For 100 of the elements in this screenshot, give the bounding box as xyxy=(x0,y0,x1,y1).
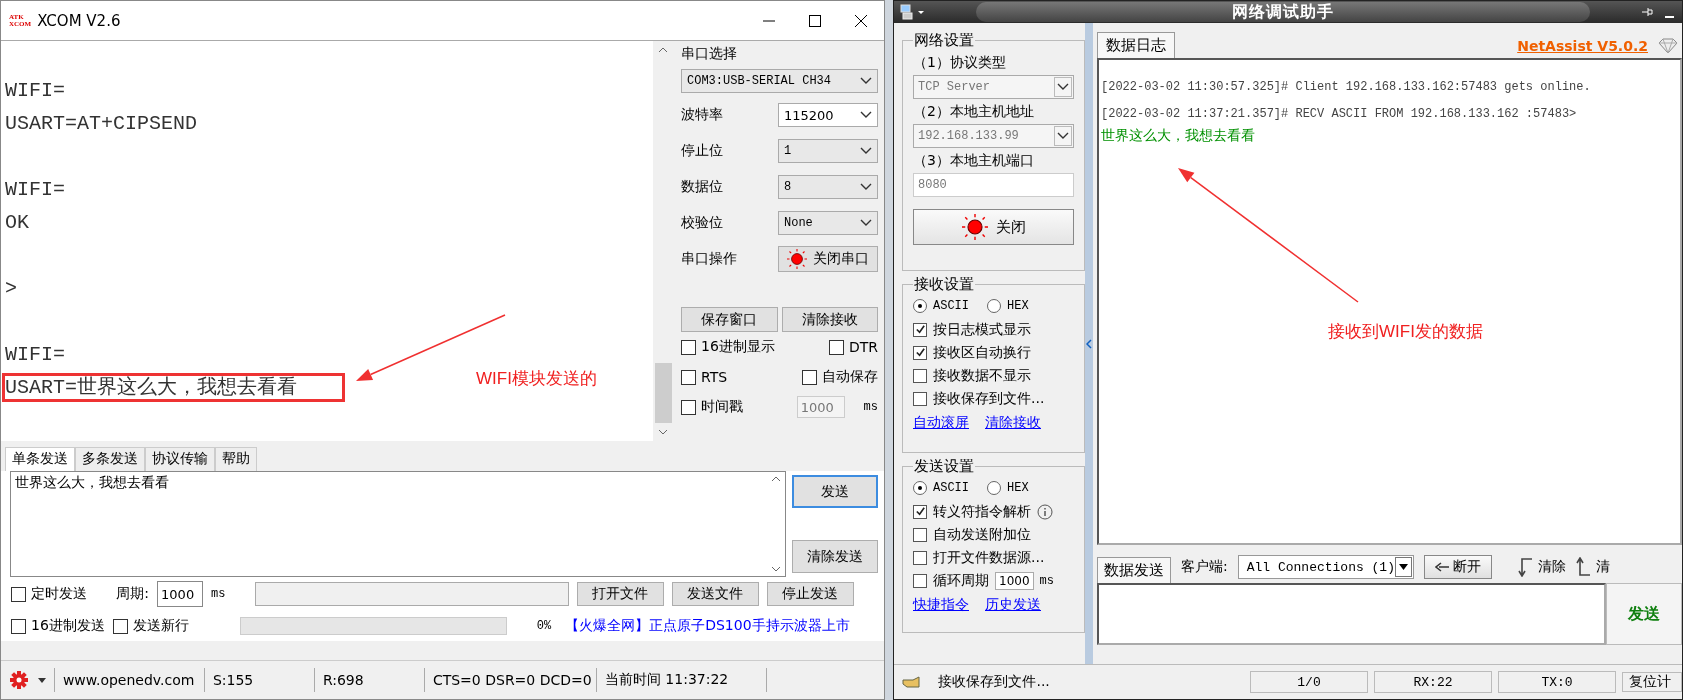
checkbox[interactable] xyxy=(913,527,927,542)
field-label: 串口操作 xyxy=(681,250,737,268)
checkbox[interactable] xyxy=(913,322,927,337)
scroll-down-icon[interactable] xyxy=(771,566,781,572)
dropdown[interactable]: 8 xyxy=(778,175,878,199)
close-button[interactable]: 关闭 xyxy=(913,209,1074,245)
panel-button[interactable]: 保存窗口 xyxy=(681,307,778,332)
disconnect-button[interactable]: 断开 xyxy=(1423,555,1492,579)
file-button[interactable]: 打开文件 xyxy=(576,582,664,606)
timestamp-field[interactable]: 1000 xyxy=(796,396,845,418)
radio-button[interactable] xyxy=(987,481,1001,495)
unit-label: ms xyxy=(863,400,878,414)
indicator-light-icon xyxy=(961,214,988,240)
client-dropdown[interactable]: All Connections (1) xyxy=(1237,555,1414,579)
send-button[interactable]: 发送 xyxy=(792,475,878,508)
link[interactable]: 历史发送 xyxy=(985,596,1041,614)
checkbox[interactable] xyxy=(681,369,696,385)
radio-button[interactable] xyxy=(987,299,1001,313)
file-button[interactable]: 发送文件 xyxy=(671,582,759,606)
checkbox[interactable] xyxy=(913,391,927,406)
file-button[interactable]: 停止发送 xyxy=(766,582,854,606)
port-dropdown[interactable]: COM3:USB-SERIAL CH34 xyxy=(681,69,878,93)
checkbox[interactable] xyxy=(802,369,817,385)
reset-button[interactable]: 复位计 xyxy=(1622,672,1682,692)
tab[interactable]: 数据发送 xyxy=(1097,557,1171,583)
cycle-field[interactable]: 1000 xyxy=(995,571,1034,590)
gear-icon[interactable] xyxy=(9,670,29,690)
send-button[interactable]: 发送 xyxy=(1606,583,1682,645)
radio-label: ASCII xyxy=(933,299,969,313)
checkbox[interactable] xyxy=(828,339,844,355)
checkbox[interactable] xyxy=(913,573,927,588)
link[interactable]: 自动滚屏 xyxy=(913,414,969,432)
send-text-field[interactable]: 世界这么大，我想去看看 xyxy=(10,471,786,577)
checkbox[interactable] xyxy=(112,618,128,634)
panel-button[interactable]: 清除接收 xyxy=(781,307,878,332)
checkbox[interactable] xyxy=(913,504,927,519)
chevron-left-icon[interactable] xyxy=(1086,338,1092,349)
indicator-light-icon xyxy=(787,249,807,269)
dropdown[interactable]: 1 xyxy=(778,139,878,163)
dropdown[interactable]: TCP Server xyxy=(913,75,1074,99)
checkbox-label: RTS xyxy=(701,369,728,385)
checkbox-label: 接收区自动换行 xyxy=(933,343,1031,362)
corner-arrow-icon[interactable] xyxy=(1517,557,1534,577)
corner-arrow-icon[interactable] xyxy=(1575,557,1592,577)
send-field[interactable] xyxy=(1097,583,1606,645)
window-title: XCOM V2.6 xyxy=(37,11,121,30)
checkbox[interactable] xyxy=(681,339,696,355)
field-label: （3）本地主机端口 xyxy=(913,152,1035,170)
checkbox-label: 16进制显示 xyxy=(701,338,775,356)
link[interactable]: 清除接收 xyxy=(985,414,1041,432)
link[interactable]: 快捷指令 xyxy=(913,596,969,614)
caret-icon xyxy=(1057,83,1069,91)
tab[interactable]: 帮助 xyxy=(215,447,257,471)
clear-button[interactable]: 清 xyxy=(1595,558,1610,576)
caret-icon[interactable] xyxy=(37,677,46,683)
unit-label: ms xyxy=(1039,573,1054,588)
status-field: S:155 xyxy=(204,668,315,692)
radio-button[interactable] xyxy=(913,299,927,313)
window-title: 网络调试助手 xyxy=(1232,1,1334,23)
checkbox-label: 接收数据不显示 xyxy=(933,366,1031,385)
close-port-button[interactable]: 关闭串口 xyxy=(778,246,878,272)
tab[interactable]: 数据日志 xyxy=(1097,32,1175,58)
checkbox[interactable] xyxy=(11,586,26,602)
radio-button[interactable] xyxy=(913,481,927,495)
caret-icon xyxy=(860,183,872,191)
log-line: 世界这么大，我想去看看 xyxy=(1101,127,1255,143)
field-label: 停止位 xyxy=(681,142,723,160)
clear-button[interactable]: 清除 xyxy=(1537,558,1566,576)
checkbox[interactable] xyxy=(681,399,696,415)
scroll-up-icon[interactable] xyxy=(658,47,668,53)
unit-label: ms xyxy=(211,587,226,601)
scroll-down-icon[interactable] xyxy=(658,429,668,435)
dropdown[interactable]: None xyxy=(778,211,878,235)
checkbox[interactable] xyxy=(913,550,927,565)
checkbox-label: 16进制发送 xyxy=(31,617,105,635)
annotation-text: WIFI模块发送的 xyxy=(476,368,597,390)
file-path-field[interactable] xyxy=(254,582,569,606)
tab[interactable]: 单条发送 xyxy=(5,447,75,471)
period-field[interactable]: 1000 xyxy=(157,581,204,607)
caret-icon xyxy=(860,147,872,155)
tab[interactable]: 多条发送 xyxy=(75,447,145,471)
diamond-icon[interactable] xyxy=(1658,38,1678,54)
network-icon[interactable] xyxy=(900,4,926,20)
send-button[interactable]: 清除发送 xyxy=(792,540,878,573)
caret-icon xyxy=(860,111,872,119)
checkbox[interactable] xyxy=(11,618,26,634)
tab[interactable]: 协议传输 xyxy=(145,447,215,471)
maximize-icon[interactable] xyxy=(809,14,821,27)
port-field[interactable]: 8080 xyxy=(913,173,1074,197)
dropdown[interactable]: 115200 xyxy=(778,103,878,127)
info-icon[interactable] xyxy=(1037,503,1053,520)
scroll-thumb[interactable] xyxy=(654,363,672,423)
checkbox[interactable] xyxy=(913,345,927,360)
status-field: CTS=0 DSR=0 DCD=0 xyxy=(424,668,597,692)
pin-icon[interactable] xyxy=(1640,5,1654,19)
checkbox-label: 打开文件数据源... xyxy=(933,548,1045,567)
close-icon[interactable] xyxy=(855,14,867,27)
checkbox[interactable] xyxy=(913,368,927,383)
scroll-up-icon[interactable] xyxy=(771,476,781,482)
dropdown[interactable]: 192.168.133.99 xyxy=(913,124,1074,148)
